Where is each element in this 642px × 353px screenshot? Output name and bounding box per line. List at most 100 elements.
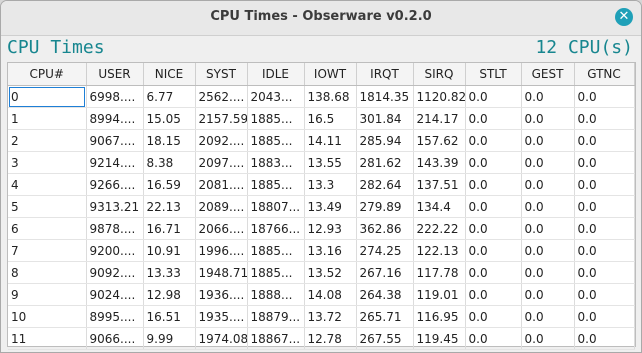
table-cell[interactable]: 12.98 bbox=[143, 283, 196, 306]
table-cell[interactable]: 9066.... bbox=[86, 327, 144, 350]
table-cell[interactable]: 265.71 bbox=[356, 305, 414, 328]
table-cell[interactable]: 9067.... bbox=[86, 129, 144, 152]
table-cell[interactable]: 15.05 bbox=[143, 107, 196, 130]
table-row[interactable]: 1 8994.... 15.05 2157.59 1885... 16.5 301.84 21… bbox=[8, 107, 635, 130]
table-cell[interactable]: 0.0 bbox=[465, 305, 522, 328]
table-cell[interactable]: 0.0 bbox=[465, 261, 522, 284]
table-cell[interactable]: 301.84 bbox=[356, 107, 414, 130]
column-header-cpunum[interactable]: CPU# bbox=[8, 63, 87, 86]
table-cell[interactable]: 1885... bbox=[247, 239, 305, 262]
table-cell[interactable]: 0.0 bbox=[521, 173, 575, 196]
table-cell[interactable]: 1885... bbox=[247, 173, 305, 196]
title-bar[interactable]: CPU Times - Obserware v0.2.0 ✕ bbox=[1, 1, 641, 36]
table-cell[interactable]: 0.0 bbox=[574, 283, 635, 306]
table-cell[interactable]: 6 bbox=[8, 217, 87, 240]
table-cell[interactable]: 14.11 bbox=[304, 129, 357, 152]
table-cell[interactable]: 9266.... bbox=[86, 173, 144, 196]
table-cell[interactable]: 2562.... bbox=[195, 85, 248, 108]
column-header-user[interactable]: USER bbox=[86, 63, 144, 86]
table-cell[interactable]: 0.0 bbox=[521, 283, 575, 306]
column-header-gtnc[interactable]: GTNC bbox=[574, 63, 635, 86]
table-cell[interactable]: 18.15 bbox=[143, 129, 196, 152]
table-cell[interactable]: 1888... bbox=[247, 283, 305, 306]
table-row[interactable]: 7 9200.... 10.91 1996.... 1885... 13.16 274.25… bbox=[8, 239, 635, 262]
table-cell[interactable]: 1885... bbox=[247, 107, 305, 130]
table-cell[interactable]: 0.0 bbox=[521, 217, 575, 240]
table-cell[interactable]: 4 bbox=[8, 173, 87, 196]
table-cell[interactable]: 116.95 bbox=[413, 305, 466, 328]
table-row[interactable]: 6 9878.... 16.71 2066.... 18766... 12.93 362.8… bbox=[8, 217, 635, 240]
table-cell[interactable]: 13.33 bbox=[143, 261, 196, 284]
table-cell[interactable]: 0.0 bbox=[574, 107, 635, 130]
column-header-irqt[interactable]: IRQT bbox=[356, 63, 414, 86]
table-cell[interactable]: 0.0 bbox=[465, 239, 522, 262]
table-cell[interactable]: 2089.... bbox=[195, 195, 248, 218]
table-cell[interactable]: 9 bbox=[8, 283, 87, 306]
table-cell[interactable]: 0.0 bbox=[574, 327, 635, 350]
table-cell[interactable]: 122.13 bbox=[413, 239, 466, 262]
table-cell[interactable]: 0.0 bbox=[465, 283, 522, 306]
table-cell[interactable]: 279.89 bbox=[356, 195, 414, 218]
table-cell[interactable]: 1996.... bbox=[195, 239, 248, 262]
table-cell[interactable]: 0.0 bbox=[574, 129, 635, 152]
table-cell[interactable]: 0.0 bbox=[521, 239, 575, 262]
table-cell[interactable]: 12.78 bbox=[304, 327, 357, 350]
table-cell[interactable]: 8995.... bbox=[86, 305, 144, 328]
table-cell[interactable]: 1885... bbox=[247, 129, 305, 152]
table-cell[interactable]: 9092.... bbox=[86, 261, 144, 284]
table-cell[interactable]: 0.0 bbox=[521, 107, 575, 130]
table-cell[interactable]: 0.0 bbox=[521, 151, 575, 174]
table-cell[interactable]: 9878.... bbox=[86, 217, 144, 240]
table-cell[interactable]: 0.0 bbox=[465, 85, 522, 108]
table-cell[interactable]: 9024.... bbox=[86, 283, 144, 306]
table-cell[interactable]: 119.45 bbox=[413, 327, 466, 350]
table-cell[interactable]: 157.62 bbox=[413, 129, 466, 152]
table-cell[interactable]: 0.0 bbox=[521, 327, 575, 350]
table-cell[interactable]: 1814.35 bbox=[356, 85, 414, 108]
table-cell[interactable]: 362.86 bbox=[356, 217, 414, 240]
table-cell[interactable]: 0.0 bbox=[521, 129, 575, 152]
table-cell[interactable]: 0.0 bbox=[521, 195, 575, 218]
table-cell[interactable]: 1120.82 bbox=[413, 85, 466, 108]
table-cell[interactable]: 13.49 bbox=[304, 195, 357, 218]
table-cell[interactable]: 0.0 bbox=[574, 305, 635, 328]
table-cell[interactable]: 1885... bbox=[247, 261, 305, 284]
table-cell[interactable]: 0.0 bbox=[574, 195, 635, 218]
table-cell[interactable]: 16.5 bbox=[304, 107, 357, 130]
table-cell[interactable]: 0.0 bbox=[574, 85, 635, 108]
table-cell[interactable]: 22.13 bbox=[143, 195, 196, 218]
column-header-iowt[interactable]: IOWT bbox=[304, 63, 357, 86]
table-cell[interactable]: 16.51 bbox=[143, 305, 196, 328]
table-row[interactable]: 10 8995.... 16.51 1935.... 18879... 13.72 265.… bbox=[8, 305, 635, 328]
table-row[interactable]: 4 9266.... 16.59 2081.... 1885... 13.3 282.64 1… bbox=[8, 173, 635, 196]
table-cell[interactable]: 8994.... bbox=[86, 107, 144, 130]
table-cell[interactable]: 267.16 bbox=[356, 261, 414, 284]
table-cell[interactable]: 0.0 bbox=[521, 85, 575, 108]
close-icon[interactable]: ✕ bbox=[615, 8, 633, 26]
table-cell[interactable]: 0.0 bbox=[465, 151, 522, 174]
table-cell[interactable]: 12.93 bbox=[304, 217, 357, 240]
table-cell[interactable]: 0.0 bbox=[574, 239, 635, 262]
table-cell[interactable]: 134.4 bbox=[413, 195, 466, 218]
table-cell[interactable]: 1883... bbox=[247, 151, 305, 174]
table-cell[interactable]: 18867... bbox=[247, 327, 305, 350]
table-row[interactable]: 11 9066.... 9.99 1974.08 18867... 12.78 267.55… bbox=[8, 327, 635, 350]
table-row[interactable]: 3 9214.... 8.38 2097.... 1883... 13.55 281.62 1… bbox=[8, 151, 635, 174]
table-cell[interactable]: 117.78 bbox=[413, 261, 466, 284]
table-cell[interactable]: 0.0 bbox=[574, 173, 635, 196]
column-header-sirq[interactable]: SIRQ bbox=[413, 63, 466, 86]
table-row[interactable]: 9 9024.... 12.98 1936.... 1888... 14.08 264.38… bbox=[8, 283, 635, 306]
cpu-times-table[interactable]: CPU# USER NICE SYST IDLE IOWT IRQT SIRQ STLT GEST… bbox=[7, 62, 636, 350]
table-cell[interactable]: 138.68 bbox=[304, 85, 357, 108]
table-cell[interactable]: 9200.... bbox=[86, 239, 144, 262]
table-cell[interactable]: 0.0 bbox=[465, 173, 522, 196]
table-cell[interactable]: 1974.08 bbox=[195, 327, 248, 350]
table-row[interactable]: 2 9067.... 18.15 2092.... 1885... 14.11 285.94… bbox=[8, 129, 635, 152]
table-cell[interactable]: 2066.... bbox=[195, 217, 248, 240]
table-cell[interactable]: 11 bbox=[8, 327, 87, 350]
table-cell[interactable]: 0 bbox=[8, 85, 87, 108]
table-row[interactable]: 8 9092.... 13.33 1948.71 1885... 13.52 267.16 1… bbox=[8, 261, 635, 284]
table-cell[interactable]: 282.64 bbox=[356, 173, 414, 196]
table-cell[interactable]: 5 bbox=[8, 195, 87, 218]
table-cell[interactable]: 2043... bbox=[247, 85, 305, 108]
